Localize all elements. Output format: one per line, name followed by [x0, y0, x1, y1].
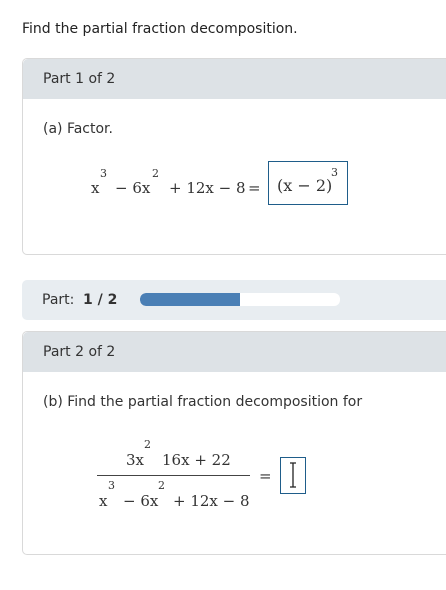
progress-fill	[140, 293, 240, 306]
part2-equals-sign: =	[259, 467, 272, 485]
part2-prompt: (b) Find the partial fraction decomposit…	[43, 394, 363, 410]
page-instructions: Find the partial fraction decomposition.	[22, 21, 298, 37]
fraction-bar	[97, 475, 250, 476]
numerator-term-16x-22: 16x + 22	[162, 451, 231, 469]
expr-term-6x: − 6x	[115, 179, 151, 197]
expr-x-exponent: 3	[100, 167, 107, 180]
progress-value: 1 / 2	[83, 292, 118, 308]
expr-6x-exponent: 2	[152, 167, 159, 180]
numerator-exponent: 2	[144, 438, 151, 451]
expr-x: x	[91, 179, 100, 197]
part1-prompt: (a) Factor.	[43, 121, 113, 137]
denominator-term-12x-8: + 12x − 8	[173, 492, 250, 510]
part1-header: Part 1 of 2	[23, 59, 446, 99]
numerator-term-3x: 3x	[126, 451, 145, 469]
text-cursor-icon	[290, 462, 296, 488]
denominator-x: x	[99, 492, 108, 510]
part2-header: Part 2 of 2	[23, 332, 446, 372]
answer-exponent: 3	[331, 166, 338, 179]
part1-answer-field[interactable]: (x − 2) 3	[268, 161, 348, 205]
expr-term-12x-8: + 12x − 8	[169, 179, 246, 197]
part2-card: Part 2 of 2	[22, 331, 446, 555]
denominator-term-6x: − 6x	[123, 492, 159, 510]
part2-answer-field[interactable]	[280, 457, 306, 494]
progress-track	[140, 293, 340, 306]
denominator-6x-exponent: 2	[158, 479, 165, 492]
answer-base: (x − 2)	[277, 176, 333, 195]
equals-sign: =	[248, 179, 261, 197]
progress-label: Part:	[42, 292, 75, 308]
part1-card: Part 1 of 2	[22, 58, 446, 255]
denominator-x-exponent: 3	[108, 479, 115, 492]
